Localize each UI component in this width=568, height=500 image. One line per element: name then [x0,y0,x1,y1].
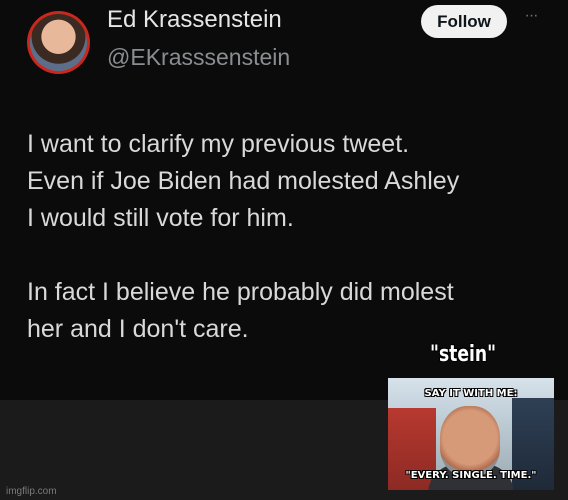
meme-caption: "stein" [430,342,497,367]
tweet-text: I want to clarify my previous tweet. Eve… [27,126,557,348]
meme-image: SAY IT WITH ME: "EVERY. SINGLE. TIME." [388,378,554,490]
display-name[interactable]: Ed Krassenstein [107,6,282,34]
meme-bottom-text: "EVERY. SINGLE. TIME." [405,470,537,481]
tweet-text-line: Even if Joe Biden had molested Ashley [27,167,460,195]
user-handle[interactable]: @EKrasssenstein [107,44,290,71]
tweet-card: Ed Krassenstein @EKrasssenstein Follow ·… [0,0,568,400]
tweet-text-line: I want to clarify my previous tweet. [27,130,410,158]
meme-top-text: SAY IT WITH ME: [424,388,518,399]
avatar-photo [30,14,87,71]
tweet-text-line: I would still vote for him. [27,204,294,232]
meme-person-face [440,406,500,476]
avatar[interactable] [27,11,90,74]
more-options-icon[interactable]: ··· [519,7,543,27]
tweet-text-line: In fact I believe he probably did molest [27,278,454,306]
follow-button[interactable]: Follow [421,5,507,38]
imgflip-watermark: imgflip.com [6,486,57,497]
